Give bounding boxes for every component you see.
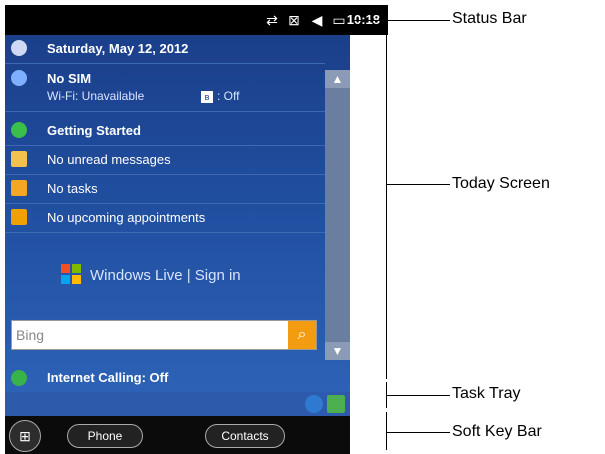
getting-started-icon (11, 122, 27, 138)
bing-input[interactable]: Bing (16, 327, 44, 343)
signal-off-icon: ⊠ (288, 12, 300, 28)
soft-key-bar-callout-line (386, 432, 450, 433)
internet-calling-row[interactable]: Internet Calling: Off (5, 365, 350, 393)
phone-soft-key[interactable]: Phone (67, 424, 143, 448)
envelope-icon (11, 151, 27, 167)
today-screen-callout-line (386, 184, 450, 185)
windows-live-signin[interactable]: Windows Live | Sign in (60, 263, 241, 285)
data-sync-icon: ⇄ (266, 12, 278, 28)
internet-calling-label: Internet Calling: Off (47, 370, 169, 385)
scroll-up-icon[interactable]: ▲ (325, 70, 350, 88)
battery-icon: ▭ (332, 12, 346, 28)
start-button[interactable]: ⊞ (9, 420, 41, 452)
status-bar-bracket (386, 10, 387, 32)
task-tray[interactable] (5, 392, 350, 416)
connection-icon[interactable] (305, 395, 323, 413)
appointments-label: No upcoming appointments (47, 210, 206, 225)
today-screen: Saturday, May 12, 2012 No SIM Wi-Fi: Una… (5, 35, 350, 397)
status-bar-callout: Status Bar (452, 10, 527, 27)
soft-key-bar: ⊞ Phone Contacts (5, 416, 350, 454)
date-label: Saturday, May 12, 2012 (47, 41, 189, 56)
connectivity-row[interactable]: No SIM Wi-Fi: Unavailable ʙ: Off (5, 65, 325, 112)
device-screen: ⇄ ⊠ ◀ ▭ 10:18 Saturday, May 12, 2012 No … (5, 5, 388, 454)
search-icon[interactable]: ⌕ (288, 321, 316, 349)
soft-key-bar-bracket (386, 412, 387, 450)
tasks-row[interactable]: No tasks (5, 175, 325, 204)
today-screen-bracket (386, 34, 387, 379)
bluetooth-status: ʙ: Off (201, 89, 239, 103)
bluetooth-icon: ʙ (201, 91, 213, 103)
date-row[interactable]: Saturday, May 12, 2012 (5, 35, 325, 64)
task-tray-callout-line (386, 395, 450, 396)
soft-key-bar-callout: Soft Key Bar (452, 423, 542, 440)
speaker-mute-icon: ◀ (311, 12, 323, 28)
calendar-icon (11, 209, 27, 225)
status-bar-callout-line (352, 20, 450, 21)
phone-icon (11, 370, 27, 386)
bing-search-box[interactable]: Bing ⌕ (11, 320, 317, 350)
getting-started-label: Getting Started (47, 123, 141, 138)
scroll-down-icon[interactable]: ▼ (325, 342, 350, 360)
appointments-row[interactable]: No upcoming appointments (5, 204, 325, 233)
getting-started-row[interactable]: Getting Started (5, 117, 325, 146)
contacts-soft-key[interactable]: Contacts (205, 424, 285, 448)
messages-label: No unread messages (47, 152, 171, 167)
windows-logo-icon (61, 264, 81, 284)
scrollbar[interactable]: ▲ ▼ (325, 70, 350, 360)
no-sim-label: No SIM (47, 71, 92, 86)
messages-row[interactable]: No unread messages (5, 146, 325, 175)
status-bar[interactable]: ⇄ ⊠ ◀ ▭ 10:18 (5, 5, 388, 35)
wireless-icon (11, 70, 27, 86)
task-tray-callout: Task Tray (452, 385, 521, 402)
tasks-label: No tasks (47, 181, 98, 196)
today-screen-callout: Today Screen (452, 175, 550, 192)
clock-icon (11, 40, 27, 56)
wifi-status: Wi-Fi: Unavailable (47, 89, 145, 103)
signal-icon[interactable] (327, 395, 345, 413)
tasks-icon (11, 180, 27, 196)
